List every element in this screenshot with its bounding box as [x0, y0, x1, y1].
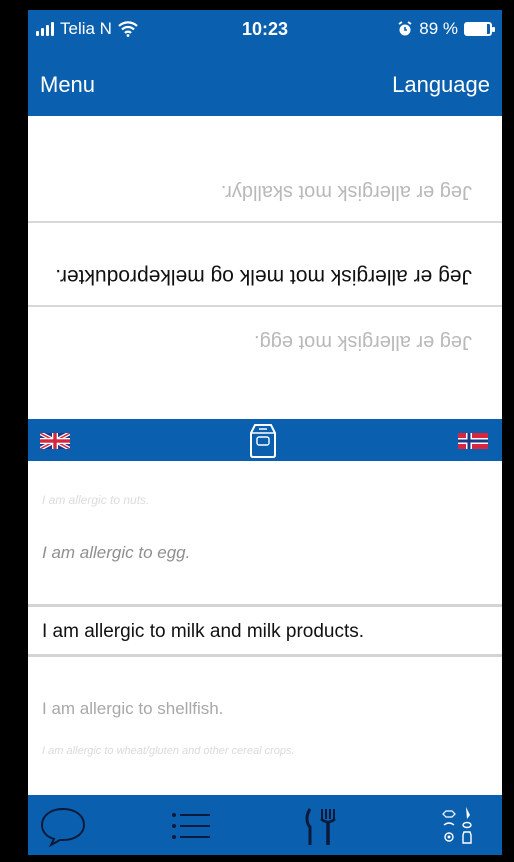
- list-item[interactable]: I am allergic to nuts.: [42, 493, 488, 507]
- menu-button[interactable]: Menu: [40, 72, 95, 98]
- translated-row-shellfish[interactable]: Jeg er allergisk mot skalldyr.: [28, 116, 502, 223]
- phrase-picker-list[interactable]: I am allergic to nuts. I am allergic to …: [28, 461, 502, 795]
- nav-bar: Menu Language: [28, 50, 502, 116]
- allergen-symbols-icon[interactable]: [436, 805, 486, 847]
- uk-flag-icon[interactable]: [40, 433, 70, 449]
- list-item[interactable]: I am allergic to wheat/gluten and other …: [42, 745, 488, 757]
- status-right: 89 %: [397, 19, 495, 39]
- language-pair-bar: [28, 419, 502, 461]
- norway-flag-icon[interactable]: [458, 433, 488, 449]
- translated-text-shellfish: Jeg er allergisk mot skalldyr.: [220, 181, 472, 203]
- speech-bubble-icon[interactable]: [38, 805, 88, 847]
- translated-row-egg[interactable]: Jeg er allergisk mot egg.: [28, 307, 502, 419]
- list-item[interactable]: I am allergic to shellfish.: [42, 699, 488, 719]
- fork-knife-icon[interactable]: [296, 805, 346, 847]
- selection-divider-top: [28, 604, 502, 607]
- language-button[interactable]: Language: [392, 72, 490, 98]
- selection-divider-bottom: [28, 654, 502, 657]
- translated-text-egg: Jeg er allergisk mot egg.: [254, 331, 472, 353]
- translated-text-milk: Jeg er allergisk mot melk og melkeproduk…: [55, 265, 472, 288]
- app-screen: Telia N 10:23 89 % Menu Language Jeg er …: [28, 10, 502, 855]
- alarm-icon: [398, 21, 412, 36]
- list-item[interactable]: I am allergic to egg.: [42, 543, 488, 563]
- battery-icon: [464, 22, 495, 36]
- tab-bar: [28, 795, 502, 855]
- translated-row-milk[interactable]: Jeg er allergisk mot melk og melkeproduk…: [28, 223, 502, 307]
- list-item-selected[interactable]: I am allergic to milk and milk products.: [42, 621, 488, 643]
- status-bar: Telia N 10:23 89 %: [28, 10, 502, 50]
- translated-phrases-panel: Jeg er allergisk mot egg. Jeg er allergi…: [28, 116, 502, 419]
- battery-percent: 89 %: [419, 19, 458, 38]
- milk-carton-icon[interactable]: [246, 421, 280, 459]
- list-icon[interactable]: [166, 805, 216, 847]
- device-frame: Telia N 10:23 89 % Menu Language Jeg er …: [0, 0, 514, 862]
